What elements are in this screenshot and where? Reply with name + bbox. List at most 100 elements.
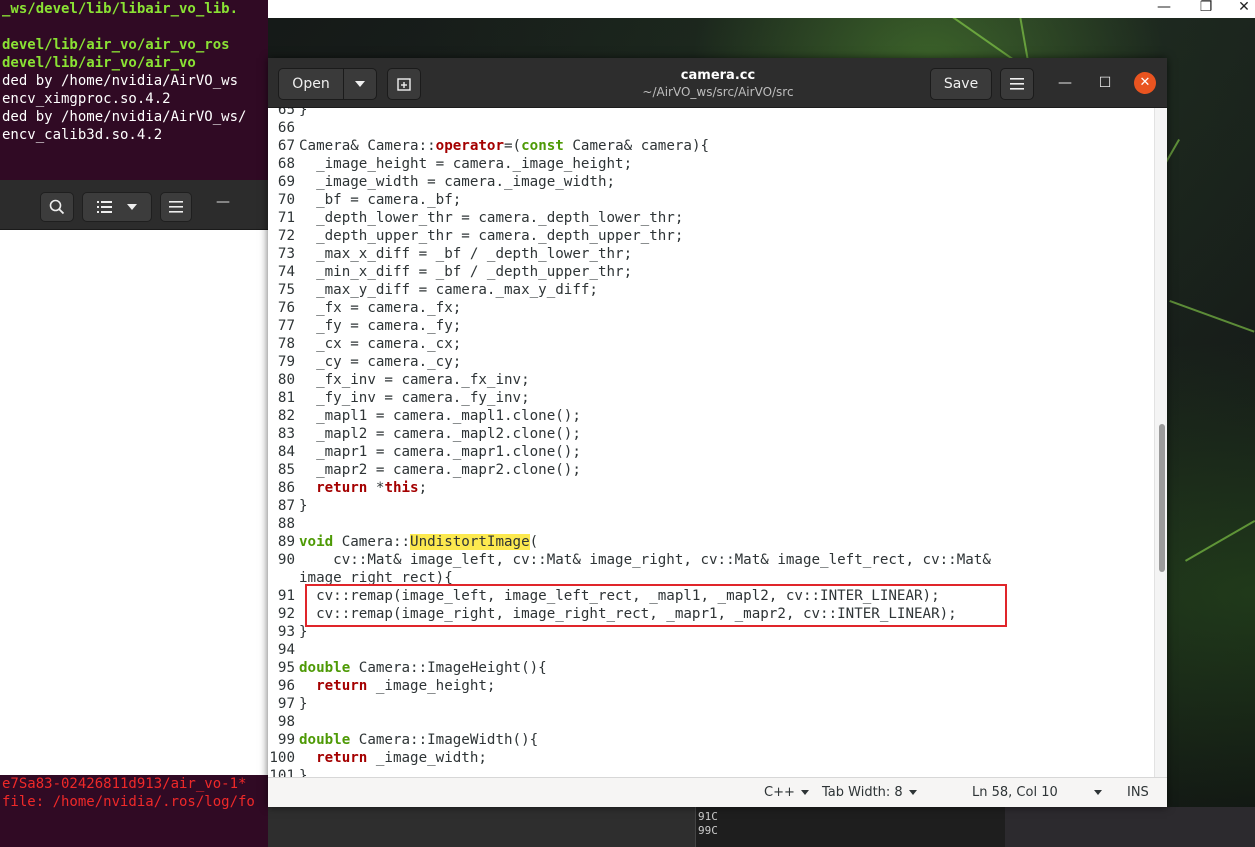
code-line: 87} — [268, 497, 1154, 515]
line-number: 97 — [277, 696, 295, 712]
gedit-headerbar: Open camera.cc ~/AirVO_ws/src/AirVO/src … — [268, 58, 1167, 108]
code-editor[interactable]: 65} 66 67 Camera& Camera::operator=(const C… — [268, 108, 1154, 777]
code-token: _image_width = camera._image_width; — [299, 174, 616, 190]
search-icon — [49, 199, 65, 215]
line-number: 83 — [277, 426, 295, 442]
code-token: _fy_inv = camera._fy_inv; — [299, 390, 530, 406]
code-token: _max_x_diff = _bf / _depth_lower_thr; — [299, 246, 633, 262]
line-number: 84 — [277, 444, 295, 460]
code-token: _min_x_diff = _bf / _depth_upper_thr; — [299, 264, 633, 280]
code-token: _cy = camera._cy; — [299, 354, 462, 370]
view-toggle-button[interactable] — [82, 192, 152, 222]
line-number: 74 — [277, 264, 295, 280]
code-token: * — [367, 480, 385, 496]
terminal-line: ded by /home/nvidia/AirVO_ws — [2, 73, 239, 89]
main-menu-button[interactable] — [1000, 68, 1034, 100]
search-highlight: UndistortImage — [410, 534, 530, 550]
code-token: _cx = camera._cx; — [299, 336, 462, 352]
open-button[interactable]: Open — [278, 68, 344, 100]
line-number: 100 — [269, 750, 295, 766]
scrollbar-thumb[interactable] — [1159, 424, 1165, 572]
terminal-bottom-window[interactable]: e7Sa83-02426811d913/air_vo-1* file: /home… — [0, 775, 268, 847]
list-view-icon — [97, 201, 112, 213]
maximize-icon[interactable]: ☐ — [1094, 72, 1116, 94]
chevron-down-icon — [800, 790, 809, 795]
restore-icon[interactable]: ❐ — [1192, 0, 1220, 18]
code-token: Camera::ImageHeight(){ — [350, 660, 547, 676]
open-dropdown-button[interactable] — [343, 68, 377, 100]
code-line: 73 _max_x_diff = _bf / _depth_lower_thr; — [268, 245, 1154, 263]
code-line: 80 _fx_inv = camera._fx_inv; — [268, 371, 1154, 389]
line-number: 77 — [277, 318, 295, 334]
cursor-position[interactable]: Ln 58, Col 10 — [972, 785, 1058, 800]
minimize-icon[interactable]: — — [1150, 0, 1178, 18]
line-number: 65 — [277, 108, 295, 118]
line-number: 88 — [277, 516, 295, 532]
code-token: return — [316, 480, 368, 496]
code-line: 95 double Camera::ImageHeight(){ — [268, 659, 1154, 677]
terminal-output: _ws/devel/lib/libair_vo_lib. devel/lib/ai… — [0, 0, 268, 180]
code-token: return — [316, 750, 368, 766]
code-line: 72 _depth_upper_thr = camera._depth_uppe… — [268, 227, 1154, 245]
line-number: 90 — [277, 552, 295, 568]
insert-mode[interactable]: INS — [1127, 785, 1149, 800]
code-token: _fy = camera._fy; — [299, 318, 462, 334]
close-icon[interactable]: ✕ — [1134, 72, 1156, 94]
line-number: 68 — [277, 156, 295, 172]
code-line: 90 cv::Mat& image_left, cv::Mat& image_r… — [268, 551, 1154, 569]
code-token: _mapl2 = camera._mapl2.clone(); — [299, 426, 581, 442]
line-number: 66 — [277, 120, 295, 136]
code-line: 94 — [268, 641, 1154, 659]
hamburger-menu-icon — [169, 201, 183, 213]
window-title: camera.cc ~/AirVO_ws/src/AirVO/src — [568, 67, 868, 100]
code-line: 96 return _image_height; — [268, 677, 1154, 695]
code-line: 98 — [268, 713, 1154, 731]
terminal-line: e7Sa83-02426811d913/air_vo-1* — [2, 776, 247, 792]
save-button[interactable]: Save — [930, 68, 992, 100]
code-line: 70 _bf = camera._bf; — [268, 191, 1154, 209]
status-bar: C++ Tab Width: 8 Ln 58, Col 10 INS — [268, 777, 1167, 807]
line-number: 101 — [269, 768, 295, 777]
code-token: } — [299, 108, 308, 118]
cursor-menu-button[interactable] — [1088, 785, 1102, 800]
tab-width-selector[interactable]: Tab Width: 8 — [822, 785, 917, 800]
line-number: 91 — [277, 588, 295, 604]
new-tab-icon — [397, 78, 411, 91]
fm-minimize-button[interactable]: — — [216, 194, 230, 210]
file-manager-content[interactable] — [0, 230, 268, 775]
code-token: _image_height; — [367, 678, 496, 694]
line-number: 70 — [277, 192, 295, 208]
language-selector[interactable]: C++ — [764, 785, 809, 800]
fm-menu-button[interactable] — [160, 192, 192, 222]
line-number: 87 — [277, 498, 295, 514]
gedit-window: Open camera.cc ~/AirVO_ws/src/AirVO/src … — [268, 58, 1167, 807]
terminal-line: encv_calib3d.so.4.2 — [2, 127, 163, 143]
line-number: 93 — [277, 624, 295, 640]
code-line: 83 _mapl2 = camera._mapl2.clone(); — [268, 425, 1154, 443]
chevron-down-icon — [908, 790, 917, 795]
code-line: 66 — [268, 119, 1154, 137]
chevron-down-icon — [1094, 790, 1102, 795]
terminal-line: devel/lib/air_vo/air_vo — [2, 55, 196, 71]
new-tab-button[interactable] — [387, 68, 421, 100]
mini-terminal-line: 99C — [698, 824, 718, 837]
code-line: 75 _max_y_diff = camera._max_y_diff; — [268, 281, 1154, 299]
hamburger-menu-icon — [1010, 78, 1024, 90]
minimize-icon[interactable]: — — [1054, 72, 1076, 94]
line-number: 75 — [277, 282, 295, 298]
code-line: 99 double Camera::ImageWidth(){ — [268, 731, 1154, 749]
code-token: this — [384, 480, 419, 496]
code-line: 82 _mapl1 = camera._mapl1.clone(); — [268, 407, 1154, 425]
line-number: 73 — [277, 246, 295, 262]
code-token: _fx_inv = camera._fx_inv; — [299, 372, 530, 388]
code-token: } — [299, 696, 308, 712]
editor-scrollbar[interactable] — [1154, 108, 1167, 777]
terminal-window[interactable]: _ws/devel/lib/libair_vo_lib. devel/lib/ai… — [0, 0, 268, 188]
code-line: 81 _fy_inv = camera._fy_inv; — [268, 389, 1154, 407]
code-line: 79 _cy = camera._cy; — [268, 353, 1154, 371]
line-number: 86 — [277, 480, 295, 496]
close-icon[interactable]: ✕ — [1230, 0, 1255, 18]
search-button[interactable] — [40, 192, 74, 222]
